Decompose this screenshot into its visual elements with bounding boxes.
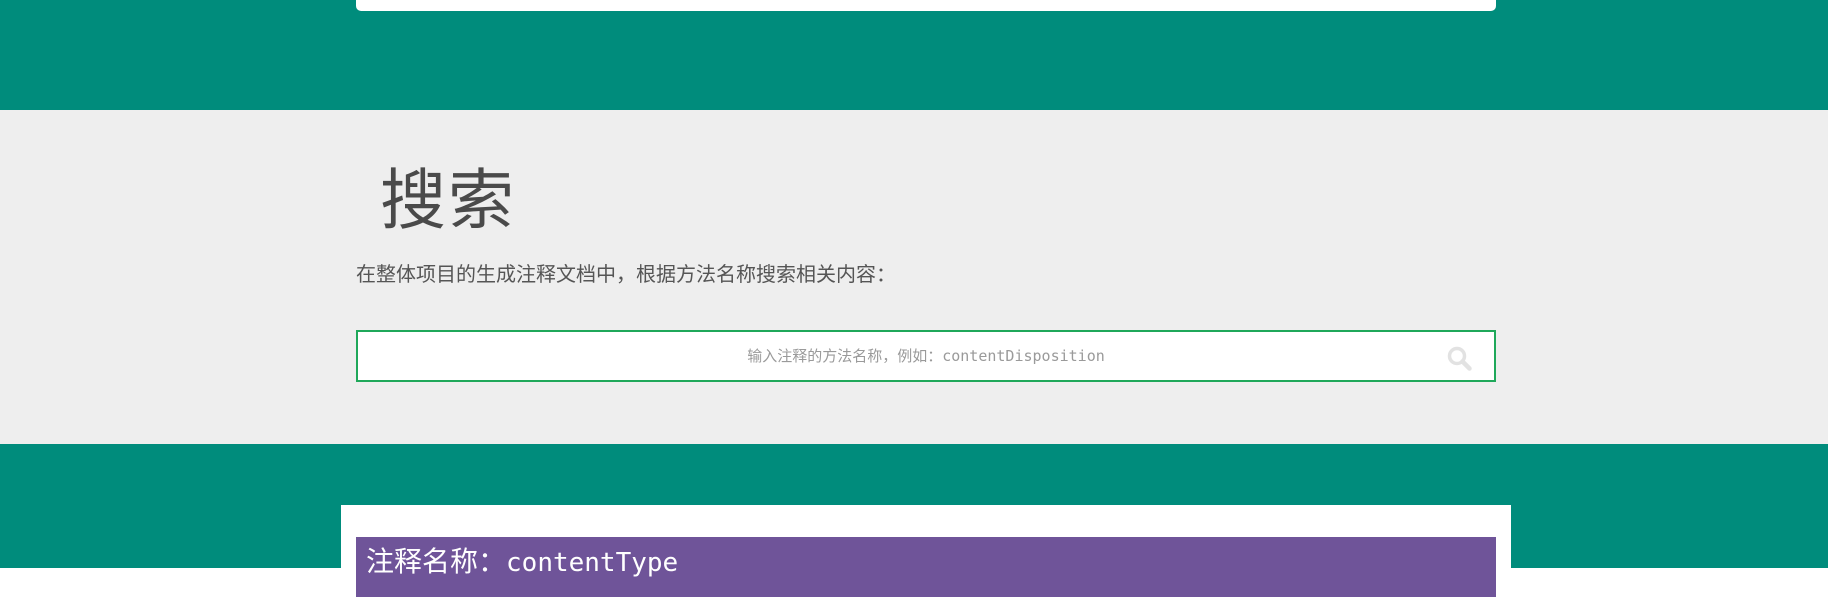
result-header: 注释名称：contentType	[356, 537, 1496, 597]
search-input[interactable]	[358, 332, 1494, 380]
result-label: 注释名称：	[366, 545, 507, 578]
top-content-card	[356, 0, 1496, 11]
result-card: 注释名称：contentType	[341, 505, 1511, 597]
search-title: 搜索	[380, 162, 516, 239]
top-teal-band	[0, 0, 1828, 110]
results-teal-band: 注释名称：contentType	[0, 444, 1828, 597]
search-description: 在整体项目的生成注释文档中，根据方法名称搜索相关内容：	[356, 262, 896, 286]
search-box[interactable]	[356, 330, 1496, 382]
search-section: 搜索 在整体项目的生成注释文档中，根据方法名称搜索相关内容：	[0, 110, 1828, 444]
search-icon[interactable]	[1446, 345, 1472, 371]
result-name: contentType	[506, 548, 679, 578]
